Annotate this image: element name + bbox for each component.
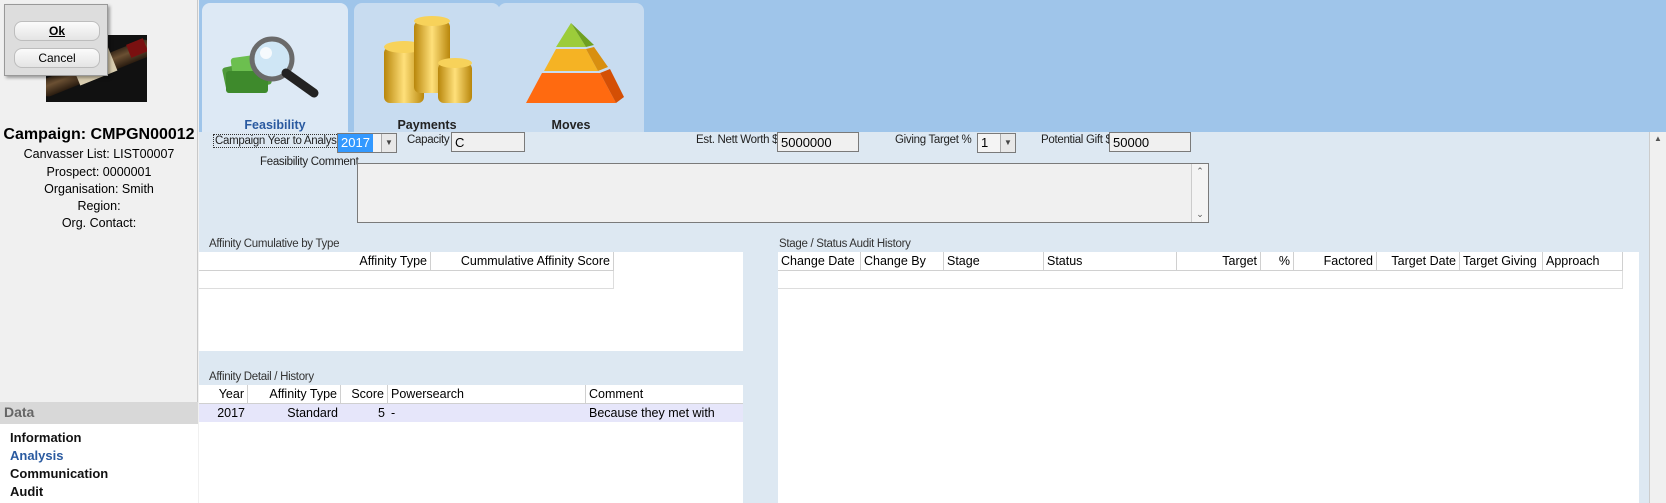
giving-target-select[interactable]: 1 ▼	[977, 133, 1016, 153]
chevron-down-icon[interactable]: ▼	[381, 134, 396, 152]
tab-moves[interactable]: Moves	[498, 3, 644, 132]
affinity-detail-table: Year Affinity Type Score Powersearch Com…	[199, 385, 743, 503]
tab-feasibility[interactable]: Feasibility	[202, 3, 348, 132]
comment-scrollbar[interactable]: ⌃ ⌄	[1191, 164, 1208, 222]
giving-target-value: 1	[981, 135, 989, 150]
nett-worth-label: Est. Nett Worth $	[696, 134, 779, 146]
organisation: Organisation: Smith	[44, 182, 154, 196]
campaign-title: Campaign: CMPGN00012	[3, 126, 195, 143]
col-affinity-type[interactable]: Affinity Type	[199, 252, 431, 271]
feasibility-comment-label: Feasibility Comment	[260, 156, 359, 168]
capacity-field[interactable]	[451, 132, 525, 152]
col-year[interactable]: Year	[199, 385, 248, 404]
tab-payments-label: Payments	[397, 118, 457, 132]
ok-cancel-dialog: Ok Cancel	[4, 4, 108, 76]
affinity-detail-title: Affinity Detail / History	[209, 371, 314, 383]
capacity-label: Capacity	[407, 134, 450, 146]
ok-button[interactable]: Ok	[14, 21, 100, 41]
potential-gift-label: Potential Gift $	[1041, 134, 1112, 146]
cell-year: 2017	[217, 406, 245, 420]
chevron-up-icon[interactable]: ⌃	[1192, 166, 1208, 177]
campaign-year-select[interactable]: 2017 ▼	[337, 133, 397, 153]
prospect-id: Prospect: 0000001	[46, 165, 152, 179]
region: Region:	[77, 199, 121, 213]
col-comment[interactable]: Comment	[586, 385, 743, 404]
chevron-down-icon[interactable]: ▼	[1000, 134, 1015, 152]
nav-item-communication[interactable]: Communication	[10, 466, 108, 481]
nav-item-analysis[interactable]: Analysis	[10, 448, 63, 463]
campaign-year-label: Campaign Year to Analyse	[213, 134, 345, 148]
coin-stacks-icon	[384, 16, 472, 103]
left-panel: Ok Cancel Campaign: CMPGN00012 Canvasser…	[0, 0, 198, 503]
tab-moves-label: Moves	[551, 118, 591, 132]
col-powersearch[interactable]: Powersearch	[388, 385, 586, 404]
main-scrollbar[interactable]: ▲	[1649, 132, 1666, 503]
col-stage[interactable]: Stage	[944, 252, 1044, 271]
table-row[interactable]: 2017 Standard 5 - Because they met with	[199, 404, 743, 422]
col-target-date[interactable]: Target Date	[1377, 252, 1460, 271]
col-status[interactable]: Status	[1044, 252, 1177, 271]
table-row[interactable]	[778, 271, 1623, 289]
tab-bar: Feasibility Payments Moves	[199, 0, 1666, 132]
tab-feasibility-label: Feasibility	[244, 118, 306, 132]
table-header: Change Date Change By Stage Status Targe…	[778, 252, 1623, 271]
col-affinity-type[interactable]: Affinity Type	[248, 385, 341, 404]
cell-powersearch: -	[391, 406, 396, 420]
org-contact: Org. Contact:	[61, 216, 137, 230]
giving-target-label: Giving Target %	[895, 134, 972, 146]
stage-audit-title: Stage / Status Audit History	[779, 238, 911, 250]
col-target-giving[interactable]: Target Giving	[1460, 252, 1543, 271]
data-section-header: Data	[0, 402, 198, 424]
feasibility-panel: Campaign Year to Analyse 2017 ▼ Capacity…	[199, 132, 1649, 503]
col-change-by[interactable]: Change By	[861, 252, 944, 271]
cell-affinity-type: Standard	[287, 406, 338, 420]
nett-worth-field[interactable]	[777, 132, 859, 152]
nav-item-audit[interactable]: Audit	[10, 484, 43, 499]
col-cumulative-score[interactable]: Cummulative Affinity Score	[431, 252, 614, 271]
pyramid-icon	[526, 23, 624, 103]
feasibility-comment-field[interactable]	[357, 163, 1209, 223]
affinity-cumulative-table: Affinity Type Cummulative Affinity Score	[199, 252, 743, 351]
potential-gift-field[interactable]	[1109, 132, 1191, 152]
table-header: Affinity Type Cummulative Affinity Score	[199, 252, 614, 271]
chevron-down-icon[interactable]: ⌄	[1192, 209, 1208, 220]
table-header: Year Affinity Type Score Powersearch Com…	[199, 385, 743, 404]
col-change-date[interactable]: Change Date	[778, 252, 861, 271]
cell-comment: Because they met with	[589, 406, 715, 420]
campaign-year-value: 2017	[338, 134, 373, 152]
affinity-cumulative-title: Affinity Cumulative by Type	[209, 238, 340, 250]
table-row[interactable]	[199, 271, 614, 289]
stage-audit-table: Change Date Change By Stage Status Targe…	[778, 252, 1639, 503]
cell-score: 5	[378, 406, 385, 420]
nav-item-information[interactable]: Information	[10, 430, 82, 445]
magnifier-money-icon	[222, 36, 319, 98]
chevron-up-icon[interactable]: ▲	[1652, 134, 1664, 146]
col-target[interactable]: Target	[1177, 252, 1261, 271]
col-factored[interactable]: Factored	[1294, 252, 1377, 271]
tab-payments[interactable]: Payments	[354, 3, 500, 132]
data-nav-list: Information Analysis Communication Audit	[0, 424, 198, 503]
col-percent[interactable]: %	[1261, 252, 1294, 271]
col-score[interactable]: Score	[341, 385, 388, 404]
col-approach[interactable]: Approach	[1543, 252, 1623, 271]
canvasser-list: Canvasser List: LIST00007	[23, 147, 175, 161]
cancel-button[interactable]: Cancel	[14, 48, 100, 68]
